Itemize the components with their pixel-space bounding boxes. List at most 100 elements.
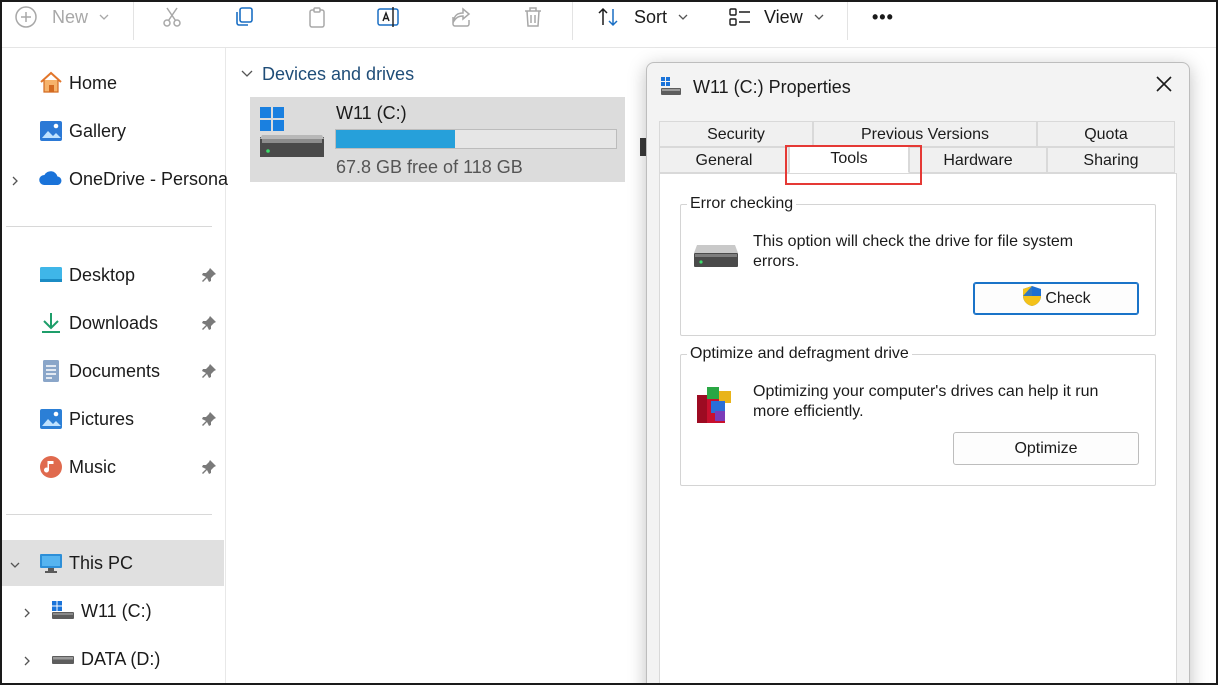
sort-label: Sort	[634, 6, 668, 27]
pin-icon[interactable]	[200, 458, 218, 476]
sidebar-item-w11-drive[interactable]: W11 (C:)	[2, 588, 224, 634]
sidebar-item-label: Gallery	[69, 120, 127, 141]
tools-tab-panel: Error checking This option will check th…	[659, 173, 1177, 683]
plus-circle-icon	[14, 5, 38, 29]
copy-icon	[232, 5, 256, 29]
sidebar-item-music[interactable]: Music	[2, 444, 224, 490]
share-button[interactable]	[449, 2, 473, 32]
pictures-icon	[38, 406, 64, 432]
sidebar-item-label: DATA (D:)	[81, 648, 161, 669]
optimize-description: Optimizing your computer's drives can he…	[753, 383, 1099, 420]
group-legend: Error checking	[687, 195, 797, 213]
properties-dialog: W11 (C:) Properties Security Previous Ve…	[646, 62, 1190, 683]
share-icon	[449, 5, 473, 29]
paste-button[interactable]	[305, 2, 329, 32]
check-button[interactable]: Check	[973, 282, 1139, 315]
sidebar-item-home[interactable]: Home	[2, 60, 224, 106]
windows-drive-icon	[50, 598, 76, 624]
rename-icon	[376, 5, 400, 29]
sort-button[interactable]: Sort	[596, 2, 689, 32]
scissors-icon	[160, 5, 184, 29]
optimize-group: Optimize and defragment drive Optimizing…	[680, 345, 1156, 486]
sidebar-item-data-drive[interactable]: DATA (D:)	[2, 636, 224, 682]
tab-previous-versions[interactable]: Previous Versions	[813, 121, 1037, 147]
sidebar-item-documents[interactable]: Documents	[2, 348, 224, 394]
sidebar-item-desktop[interactable]: Desktop	[2, 252, 224, 298]
section-title: Devices and drives	[262, 64, 415, 84]
clipboard-icon	[305, 5, 329, 29]
monitor-icon	[38, 550, 64, 576]
sidebar-item-gallery[interactable]: Gallery	[2, 108, 224, 154]
sidebar-item-label: This PC	[69, 552, 134, 573]
drive-name: W11 (C:)	[336, 103, 407, 123]
desktop-folder-icon	[38, 262, 64, 288]
uac-shield-icon	[1021, 285, 1043, 312]
view-button[interactable]: View	[728, 2, 825, 32]
sidebar-item-label: Home	[69, 72, 118, 93]
file-explorer-window: New Sort View ••• Home Gallery OneDrive …	[0, 0, 1218, 685]
chevron-down-icon	[240, 64, 254, 85]
view-label: View	[764, 6, 803, 27]
delete-button[interactable]	[521, 2, 545, 32]
sidebar-divider	[6, 514, 212, 515]
tab-hardware[interactable]: Hardware	[909, 147, 1047, 173]
defrag-icon	[693, 381, 739, 432]
sidebar-item-label: Desktop	[69, 264, 136, 285]
optimize-button[interactable]: Optimize	[953, 432, 1139, 465]
error-checking-group: Error checking This option will check th…	[680, 195, 1156, 336]
sidebar-divider	[6, 226, 212, 227]
pin-icon[interactable]	[200, 362, 218, 380]
devices-and-drives-header[interactable]: Devices and drives	[240, 64, 414, 85]
sidebar-item-downloads[interactable]: Downloads	[2, 300, 224, 346]
command-bar: New Sort View •••	[2, 2, 1216, 48]
navigation-pane: Home Gallery OneDrive - Persona Desktop	[2, 48, 228, 683]
tab-security[interactable]: Security	[659, 121, 813, 147]
chevron-down-icon	[98, 7, 110, 28]
windows-drive-icon	[258, 105, 326, 166]
tab-quota[interactable]: Quota	[1037, 121, 1175, 147]
sidebar-item-onedrive[interactable]: OneDrive - Persona	[2, 156, 228, 202]
close-button[interactable]	[1151, 73, 1177, 99]
error-checking-description: This option will check the drive for fil…	[753, 233, 1074, 270]
drive-free-space: 67.8 GB free of 118 GB	[336, 157, 523, 177]
sidebar-item-label: OneDrive - Persona	[69, 168, 229, 189]
documents-icon	[38, 358, 64, 384]
sidebar-item-label: Music	[69, 456, 117, 477]
chevron-right-icon[interactable]	[20, 604, 34, 618]
chevron-down-icon	[677, 7, 689, 28]
tab-sharing[interactable]: Sharing	[1047, 147, 1175, 173]
hard-drive-icon	[693, 241, 739, 276]
tab-general[interactable]: General	[659, 147, 789, 173]
toolbar-divider	[847, 2, 848, 40]
drive-icon	[659, 75, 683, 104]
chevron-down-icon[interactable]	[8, 556, 22, 570]
onedrive-cloud-icon	[38, 166, 64, 192]
drive-tile-w11[interactable]: W11 (C:) 67.8 GB free of 118 GB	[250, 97, 625, 182]
drive-icon	[50, 646, 76, 672]
drive-usage-bar	[335, 129, 617, 149]
home-icon	[38, 70, 64, 96]
toolbar-divider	[572, 2, 573, 40]
copy-button[interactable]	[232, 2, 256, 32]
rename-button[interactable]	[376, 2, 400, 32]
sidebar-item-this-pc[interactable]: This PC	[2, 540, 224, 586]
sidebar-item-pictures[interactable]: Pictures	[2, 396, 224, 442]
chevron-right-icon[interactable]	[20, 652, 34, 666]
new-label: New	[52, 6, 89, 27]
dialog-title: W11 (C:) Properties	[693, 77, 851, 97]
sidebar-item-label: Downloads	[69, 312, 159, 333]
new-button[interactable]: New	[14, 2, 110, 32]
view-list-icon	[728, 5, 752, 29]
gallery-icon	[38, 118, 64, 144]
chevron-down-icon	[813, 7, 825, 28]
toolbar-divider	[133, 2, 134, 40]
chevron-right-icon[interactable]	[8, 172, 22, 186]
pin-icon[interactable]	[200, 314, 218, 332]
pin-icon[interactable]	[200, 266, 218, 284]
more-options-button[interactable]: •••	[872, 2, 894, 32]
music-icon	[38, 454, 64, 480]
drive-usage-fill	[336, 130, 455, 148]
cut-button[interactable]	[160, 2, 184, 32]
pin-icon[interactable]	[200, 410, 218, 428]
sidebar-item-label: Documents	[69, 360, 161, 381]
